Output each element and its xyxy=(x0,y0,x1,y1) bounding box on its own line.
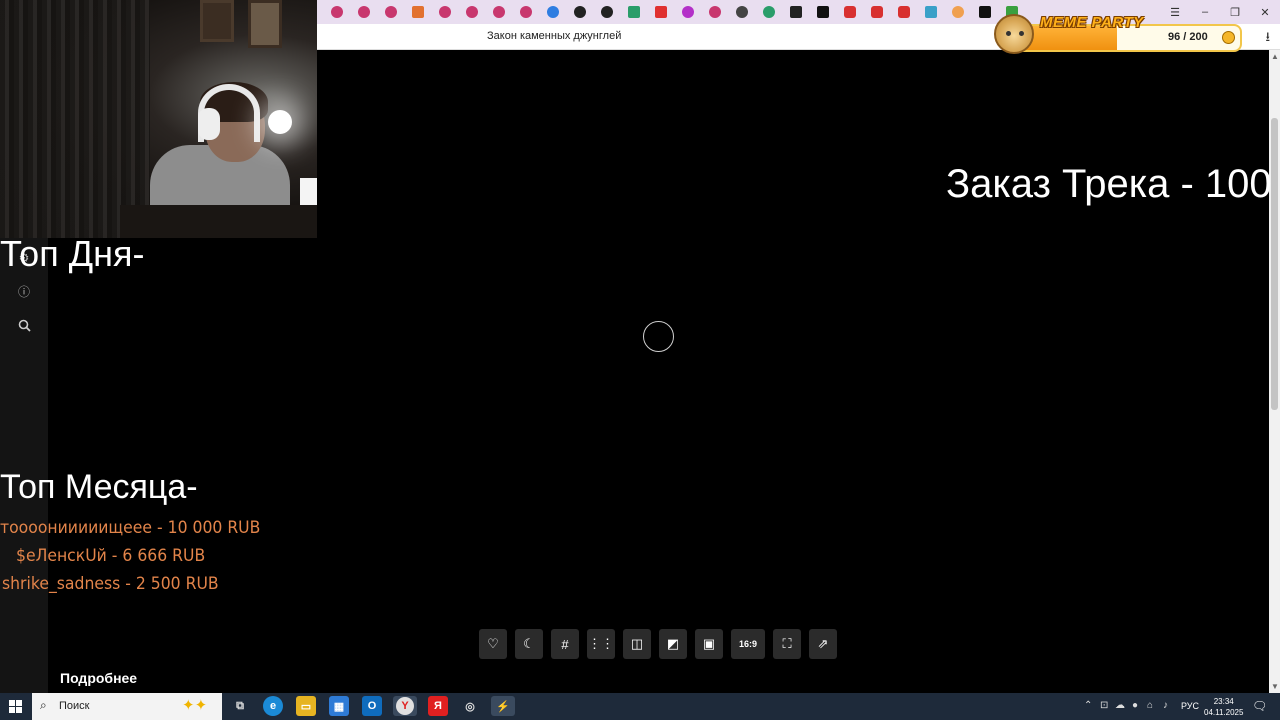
search-icon: ⌕ xyxy=(40,698,47,712)
outlook-icon[interactable]: O xyxy=(362,696,382,716)
language-indicator[interactable]: РУС xyxy=(1181,701,1199,711)
player-controls: ♡ ☾ # ⋮⋮ ◫ ◩ ▣ 16:9 ⛶ ⇗ xyxy=(479,629,837,659)
heart-icon[interactable]: ♡ xyxy=(479,629,507,659)
yandex-icon[interactable]: Я xyxy=(428,696,448,716)
top-day-heading: Топ Дня- xyxy=(0,233,145,274)
moon-icon[interactable]: ☾ xyxy=(515,629,543,659)
tab-favicon-icon[interactable] xyxy=(647,0,674,24)
taskbar-search-placeholder: Поиск xyxy=(59,700,90,712)
tab-favicon-icon[interactable] xyxy=(404,0,431,24)
tab-favicon-icon[interactable] xyxy=(728,0,755,24)
task-view-icon[interactable]: ⧉ xyxy=(230,696,250,716)
waveform-icon[interactable]: ⋮⋮ xyxy=(587,629,615,659)
notification-icon[interactable]: 🗨 xyxy=(1252,699,1267,713)
loading-spinner xyxy=(643,321,674,352)
taskbar-search[interactable]: ⌕ Поиск ✦✦ xyxy=(32,693,222,720)
app-icon[interactable]: ⚡ xyxy=(491,696,515,716)
tab-favicon-icon[interactable] xyxy=(890,0,917,24)
coin-icon xyxy=(1222,31,1235,44)
tab-favicon-icon[interactable] xyxy=(485,0,512,24)
tab-favicon-icon[interactable] xyxy=(782,0,809,24)
grid-icon[interactable]: # xyxy=(551,629,579,659)
webcam-feed xyxy=(0,0,317,238)
aspect-ratio-button[interactable]: 16:9 xyxy=(731,629,765,659)
file-explorer-icon[interactable]: ▭ xyxy=(296,696,316,716)
left-sidebar: ⚙ ⓘ xyxy=(0,238,48,693)
windows-start-icon[interactable] xyxy=(9,700,22,713)
donor-entry: $еЛенскUй - 6 666 RUB xyxy=(16,546,206,566)
tab-favicon-icon[interactable] xyxy=(674,0,701,24)
tab-favicon-icon[interactable] xyxy=(431,0,458,24)
scroll-thumb[interactable] xyxy=(1271,118,1278,410)
scroll-up-icon[interactable]: ▲ xyxy=(1271,52,1279,61)
tab-favicon-icon[interactable] xyxy=(917,0,944,24)
contrast-icon[interactable]: ◩ xyxy=(659,629,687,659)
picture-in-picture-icon[interactable]: ▣ xyxy=(695,629,723,659)
network-icon[interactable]: ⌂ xyxy=(1147,700,1153,711)
fullscreen-icon[interactable]: ⛶ xyxy=(773,629,801,659)
doge-icon xyxy=(994,14,1034,54)
tab-favicon-icon[interactable] xyxy=(863,0,890,24)
download-icon[interactable]: ⭳ xyxy=(1265,28,1270,50)
more-link[interactable]: Подробнее xyxy=(60,670,137,686)
tab-favicon-icon[interactable] xyxy=(512,0,539,24)
meme-party-widget: MEME PARTY 96 / 200 xyxy=(994,14,1246,54)
split-view-icon[interactable]: ◫ xyxy=(623,629,651,659)
close-icon[interactable]: ✕ xyxy=(1250,0,1280,24)
tab-favicon-icon[interactable] xyxy=(539,0,566,24)
obs-icon[interactable]: ◎ xyxy=(460,696,480,716)
tab-favicon-icon[interactable] xyxy=(620,0,647,24)
tab-favicon-icon[interactable] xyxy=(458,0,485,24)
clock-date: 04.11.2025 xyxy=(1204,708,1244,717)
edge-icon[interactable]: e xyxy=(263,696,283,716)
screen: ☰ – ❐ ✕ Закон каменных джунглей ⭳ MEME P… xyxy=(0,0,1280,720)
donor-entry: тоооонииииищеее - 10 000 RUB xyxy=(0,518,261,538)
progress-count: 96 / 200 xyxy=(1168,31,1208,43)
tab-favicon-icon[interactable] xyxy=(701,0,728,24)
track-order-text: Заказ Трека - 100 xyxy=(946,162,1272,206)
meme-party-logo: MEME PARTY xyxy=(1040,14,1144,31)
taskbar: ⌕ Поиск ✦✦ ⧉ e ▭ ▦ O Y Я ◎ ⚡ ⌃ ⊡ ☁ ● ⌂ ♪… xyxy=(0,693,1280,720)
search-icon[interactable] xyxy=(17,318,31,332)
tab-favicon-icon[interactable] xyxy=(836,0,863,24)
microphone-icon[interactable]: ● xyxy=(1132,700,1138,711)
vertical-scrollbar[interactable]: ▲ ▼ xyxy=(1269,50,1280,693)
tray-chevron-icon[interactable]: ⌃ xyxy=(1084,700,1092,711)
scroll-down-icon[interactable]: ▼ xyxy=(1271,682,1279,691)
tab-favicon-icon[interactable] xyxy=(809,0,836,24)
tab-favicon-icon[interactable] xyxy=(377,0,404,24)
tab-favicon-icon[interactable] xyxy=(566,0,593,24)
tray-app-icon[interactable]: ⊡ xyxy=(1100,700,1108,711)
clock[interactable]: 23:34 04.11.2025 xyxy=(1204,696,1243,718)
tab-favicon-icon[interactable] xyxy=(350,0,377,24)
info-icon[interactable]: ⓘ xyxy=(17,284,31,299)
clock-time: 23:34 xyxy=(1213,697,1234,706)
top-month-heading: Топ Месяца- xyxy=(0,468,198,506)
tab-favicon-icon[interactable] xyxy=(755,0,782,24)
tab-favicon-icon[interactable] xyxy=(323,0,350,24)
sparkle-icon: ✦✦ xyxy=(182,697,208,714)
page-title: Закон каменных джунглей xyxy=(487,30,622,42)
yandex-browser-icon[interactable]: Y xyxy=(393,696,417,716)
cloud-icon[interactable]: ☁ xyxy=(1115,700,1125,711)
external-link-icon[interactable]: ⇗ xyxy=(809,629,837,659)
donor-entry: shrike_sadness - 2 500 RUB xyxy=(2,574,219,594)
tab-favicon-icon[interactable] xyxy=(593,0,620,24)
tab-favicon-icon[interactable] xyxy=(944,0,971,24)
volume-icon[interactable]: ♪ xyxy=(1163,700,1168,711)
store-icon[interactable]: ▦ xyxy=(329,696,349,716)
